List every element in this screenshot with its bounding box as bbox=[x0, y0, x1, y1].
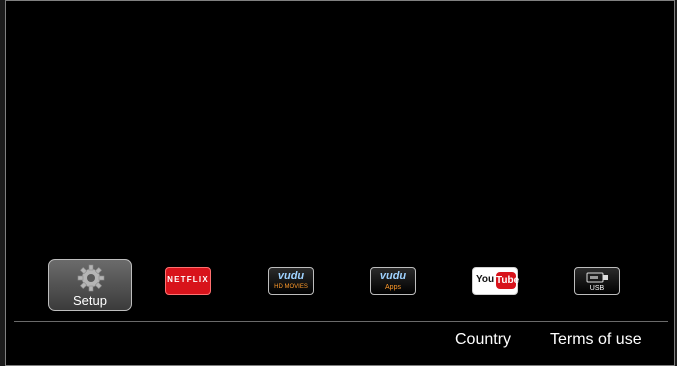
app-setup[interactable]: Setup bbox=[48, 259, 132, 311]
vudu-logo: vudu bbox=[277, 270, 305, 282]
footer-divider bbox=[14, 321, 668, 322]
app-netflix[interactable]: NETFLIX bbox=[165, 267, 211, 295]
app-usb[interactable]: USB bbox=[574, 267, 620, 295]
tv-screen: Setup NETFLIX vudu HD MOVIES vudu Apps Y… bbox=[5, 0, 675, 366]
usb-label: USB bbox=[589, 285, 605, 292]
gear-icon bbox=[77, 264, 105, 292]
terms-of-use-link[interactable]: Terms of use bbox=[550, 331, 642, 349]
netflix-logo: NETFLIX bbox=[167, 275, 209, 284]
vudu-hd-movies-label: HD MOVIES bbox=[274, 284, 308, 290]
vudu-apps-label: Apps bbox=[385, 284, 401, 291]
app-setup-label: Setup bbox=[73, 293, 107, 308]
usb-icon bbox=[586, 272, 608, 283]
app-vudu-apps[interactable]: vudu Apps bbox=[370, 267, 416, 295]
country-link[interactable]: Country bbox=[455, 331, 511, 349]
app-vudu-hd-movies[interactable]: vudu HD MOVIES bbox=[268, 267, 314, 295]
app-youtube[interactable]: You Tube bbox=[472, 267, 519, 295]
youtube-logo-you: You bbox=[476, 274, 495, 285]
vudu-logo: vudu bbox=[379, 270, 407, 282]
youtube-logo-tube: Tube bbox=[496, 272, 519, 289]
app-bar: Setup NETFLIX vudu HD MOVIES vudu Apps Y… bbox=[6, 259, 676, 311]
